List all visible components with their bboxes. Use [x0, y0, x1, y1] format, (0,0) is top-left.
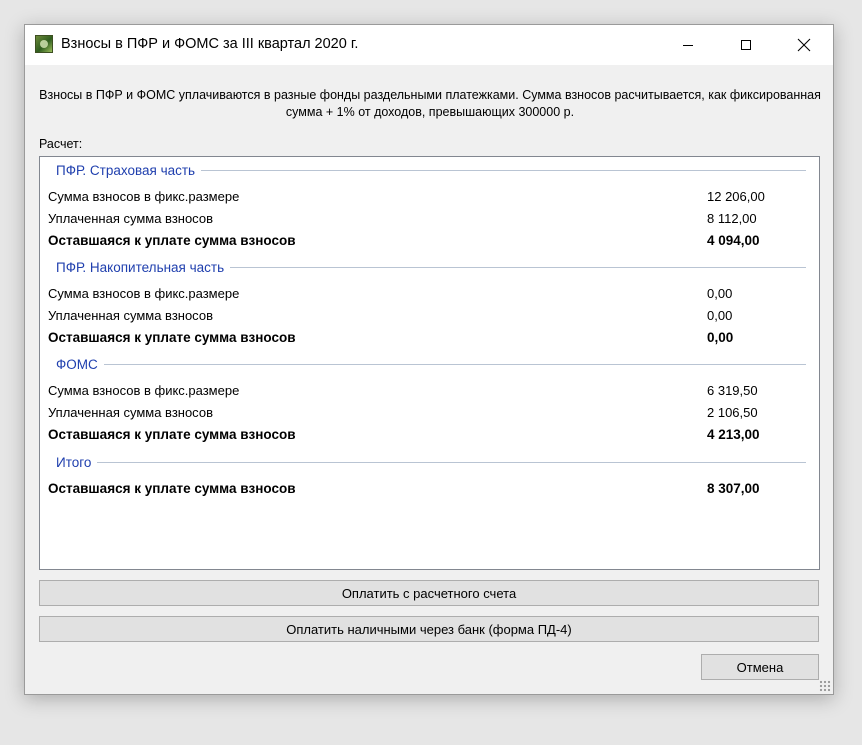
- section-heading-pfr-insurance: ПФР. Страховая часть: [56, 163, 806, 178]
- calculation-panel: ПФР. Страховая часть Сумма взносов в фик…: [39, 156, 820, 570]
- window-title: Взносы в ПФР и ФОМС за III квартал 2020 …: [61, 36, 359, 52]
- row-value-paid-amount: 2 106,50: [707, 405, 758, 420]
- calc-label: Расчет:: [39, 137, 83, 151]
- row-value-fixed-amount: 12 206,00: [707, 189, 765, 204]
- row-value-fixed-amount: 0,00: [707, 286, 733, 301]
- cancel-button[interactable]: Отмена: [701, 654, 819, 680]
- section-title: ФОМС: [56, 357, 98, 372]
- row-label-remaining: Оставшаяся к уплате сумма взносов: [48, 233, 296, 248]
- pay-cash-bank-button[interactable]: Оплатить наличными через банк (форма ПД-…: [39, 616, 819, 642]
- row-label-remaining: Оставшаяся к уплате сумма взносов: [48, 427, 296, 442]
- row-label-total-remaining: Оставшаяся к уплате сумма взносов: [48, 481, 296, 496]
- resize-grip-icon[interactable]: [819, 680, 831, 692]
- section-divider: [97, 462, 806, 463]
- section-title: Итого: [56, 455, 92, 470]
- pay-from-account-button[interactable]: Оплатить с расчетного счета: [39, 580, 819, 606]
- section-heading-total: Итого: [56, 455, 806, 470]
- minimize-icon: [683, 44, 693, 46]
- row-label-paid-amount: Уплаченная сумма взносов: [48, 308, 213, 323]
- row-value-paid-amount: 0,00: [707, 308, 733, 323]
- row-label-paid-amount: Уплаченная сумма взносов: [48, 405, 213, 420]
- title-bar[interactable]: Взносы в ПФР и ФОМС за III квартал 2020 …: [25, 25, 833, 65]
- minimize-button[interactable]: [665, 25, 711, 65]
- close-button[interactable]: [781, 25, 827, 65]
- row-value-paid-amount: 8 112,00: [707, 211, 757, 226]
- row-value-remaining: 4 213,00: [707, 427, 760, 442]
- row-value-total-remaining: 8 307,00: [707, 481, 760, 496]
- description-text: Взносы в ПФР и ФОМС уплачиваются в разны…: [39, 88, 821, 119]
- row-label-remaining: Оставшаяся к уплате сумма взносов: [48, 330, 296, 345]
- section-heading-pfr-accumulative: ПФР. Накопительная часть: [56, 260, 806, 275]
- dialog-window: Взносы в ПФР и ФОМС за III квартал 2020 …: [24, 24, 834, 695]
- section-title: ПФР. Страховая часть: [56, 163, 196, 178]
- section-heading-foms: ФОМС: [56, 357, 806, 372]
- close-icon: [797, 38, 811, 52]
- section-divider: [103, 364, 806, 365]
- section-divider: [230, 267, 806, 268]
- row-label-fixed-amount: Сумма взносов в фикс.размере: [48, 189, 240, 204]
- row-value-remaining: 4 094,00: [707, 233, 760, 248]
- row-label-paid-amount: Уплаченная сумма взносов: [48, 211, 213, 226]
- maximize-icon: [741, 40, 751, 50]
- row-label-fixed-amount: Сумма взносов в фикс.размере: [48, 383, 240, 398]
- row-value-fixed-amount: 6 319,50: [707, 383, 758, 398]
- section-divider: [201, 170, 806, 171]
- maximize-button[interactable]: [723, 25, 769, 65]
- section-title: ПФР. Накопительная часть: [56, 260, 225, 275]
- app-icon: [35, 35, 53, 53]
- row-label-fixed-amount: Сумма взносов в фикс.размере: [48, 286, 240, 301]
- row-value-remaining: 0,00: [707, 330, 734, 345]
